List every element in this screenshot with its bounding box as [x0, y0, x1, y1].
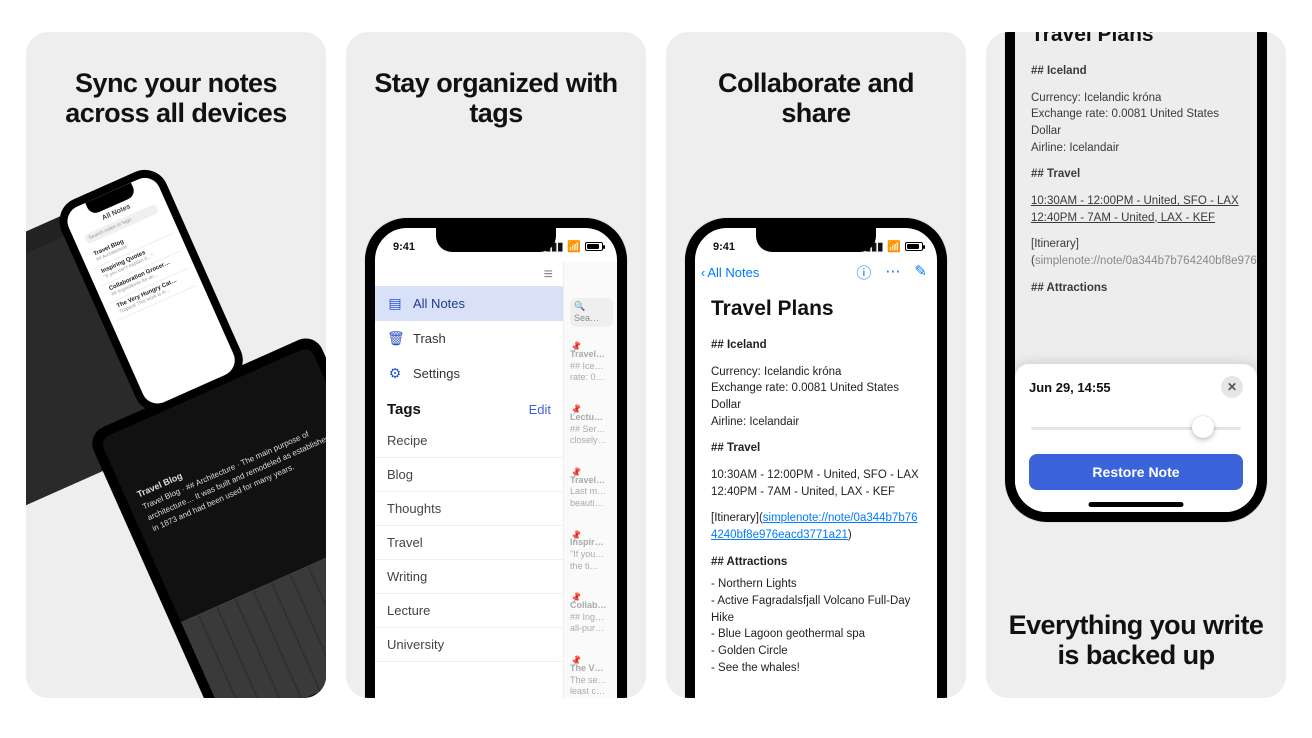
- list-item: 📌The V… The se… least c…: [570, 651, 613, 698]
- history-sheet: Jun 29, 14:55 ✕ Restore Note: [1015, 364, 1257, 512]
- chevron-left-icon: ‹: [701, 265, 705, 280]
- devices-collage: Travel Blog Travel Blog · ## Architectur…: [26, 204, 326, 698]
- promo-panel-collaborate: Collaborate and share 9:41 ‹ All Notes: [666, 32, 966, 698]
- headline: Stay organized with tags: [346, 32, 646, 128]
- headline: Collaborate and share: [666, 32, 966, 128]
- clock: 9:41: [713, 241, 735, 253]
- tag-item[interactable]: Lecture: [375, 594, 563, 628]
- notes-peek: 🔍 Sea… 📌Travel… ## Ice… rate: 0… 📌Lectu……: [563, 262, 617, 698]
- attractions-list: Northern LightsActive Fagradalsfjall Vol…: [711, 576, 921, 676]
- compose-icon[interactable]: ✎: [914, 262, 927, 283]
- phone-frame: 9:41 ≡ ▤ All Notes: [365, 218, 627, 698]
- list-item: 📌Lectu… ## Ser… closely…: [570, 400, 613, 447]
- tag-item[interactable]: Recipe: [375, 424, 563, 458]
- history-timestamp: Jun 29, 14:55: [1029, 380, 1111, 395]
- list-item: Blue Lagoon geothermal spa: [711, 626, 921, 643]
- promo-panel-sync: Sync your notes across all devices Trave…: [26, 32, 326, 698]
- headline: Sync your notes across all devices: [26, 32, 326, 128]
- close-icon[interactable]: ✕: [1221, 376, 1243, 398]
- note-body: ## Iceland Currency: Icelandic króna Exc…: [695, 337, 937, 692]
- gear-icon: ⚙: [387, 365, 403, 382]
- sidebar-item-all-notes[interactable]: ▤ All Notes: [375, 286, 563, 321]
- tags-header: Tags: [387, 401, 421, 418]
- restore-button[interactable]: Restore Note: [1029, 454, 1243, 490]
- slider-knob[interactable]: [1192, 416, 1214, 438]
- info-icon[interactable]: ⓘ: [856, 262, 871, 283]
- note-body: ## Iceland Currency: Icelandic króna Exc…: [1015, 53, 1257, 312]
- back-button[interactable]: ‹ All Notes: [701, 265, 759, 280]
- note-title: Travel Plans: [695, 287, 937, 327]
- edit-tags-button[interactable]: Edit: [529, 402, 551, 417]
- wifi-icon: [887, 240, 901, 253]
- battery-icon: [585, 242, 603, 251]
- hamburger-icon[interactable]: ≡: [375, 262, 563, 286]
- history-slider[interactable]: [1031, 414, 1241, 440]
- list-item: 📌Travel… ## Ice… rate: 0…: [570, 337, 613, 384]
- notes-icon: ▤: [387, 295, 403, 312]
- tag-item[interactable]: University: [375, 628, 563, 662]
- promo-panel-backup: ‹ All Notes ⓘ ⋯ ✎ Travel Plans ## Icelan…: [986, 32, 1286, 698]
- headline: Everything you write is backed up: [986, 610, 1286, 670]
- sidebar-item-settings[interactable]: ⚙ Settings: [375, 356, 563, 391]
- list-item: 📌Inspir… "If you… the ti…: [570, 526, 613, 573]
- promo-panel-tags: Stay organized with tags 9:41 ≡: [346, 32, 646, 698]
- more-icon[interactable]: ⋯: [885, 262, 900, 283]
- battery-icon: [905, 242, 923, 251]
- wifi-icon: [567, 240, 581, 253]
- trash-icon: 🗑: [387, 330, 403, 347]
- itinerary-link: simplenote://note/0a344b7b764240bf8e976e…: [1035, 255, 1267, 267]
- tag-item[interactable]: Thoughts: [375, 492, 563, 526]
- tag-item[interactable]: Blog: [375, 458, 563, 492]
- sidebar-item-trash[interactable]: 🗑 Trash: [375, 321, 563, 356]
- list-item: Golden Circle: [711, 643, 921, 660]
- list-item: See the whales!: [711, 660, 921, 677]
- search-peek: 🔍 Sea…: [570, 298, 613, 327]
- home-indicator: [1089, 502, 1184, 507]
- phone-frame: ‹ All Notes ⓘ ⋯ ✎ Travel Plans ## Icelan…: [1005, 32, 1267, 522]
- ipad-keyboard: [181, 529, 326, 698]
- list-item: 📌Travel… Last m… beauti…: [570, 463, 613, 510]
- tag-list: RecipeBlogThoughtsTravelWritingLectureUn…: [375, 424, 563, 662]
- tag-item[interactable]: Writing: [375, 560, 563, 594]
- phone-frame: 9:41 ‹ All Notes ⓘ ⋯: [685, 218, 947, 698]
- note-title: Travel Plans: [1015, 32, 1257, 53]
- clock: 9:41: [393, 241, 415, 253]
- list-item: Active Fagradalsfjall Volcano Full-Day H…: [711, 593, 921, 626]
- list-item: Northern Lights: [711, 576, 921, 593]
- list-item: 📌Collab… ## Ing… all-pur…: [570, 588, 613, 635]
- tag-item[interactable]: Travel: [375, 526, 563, 560]
